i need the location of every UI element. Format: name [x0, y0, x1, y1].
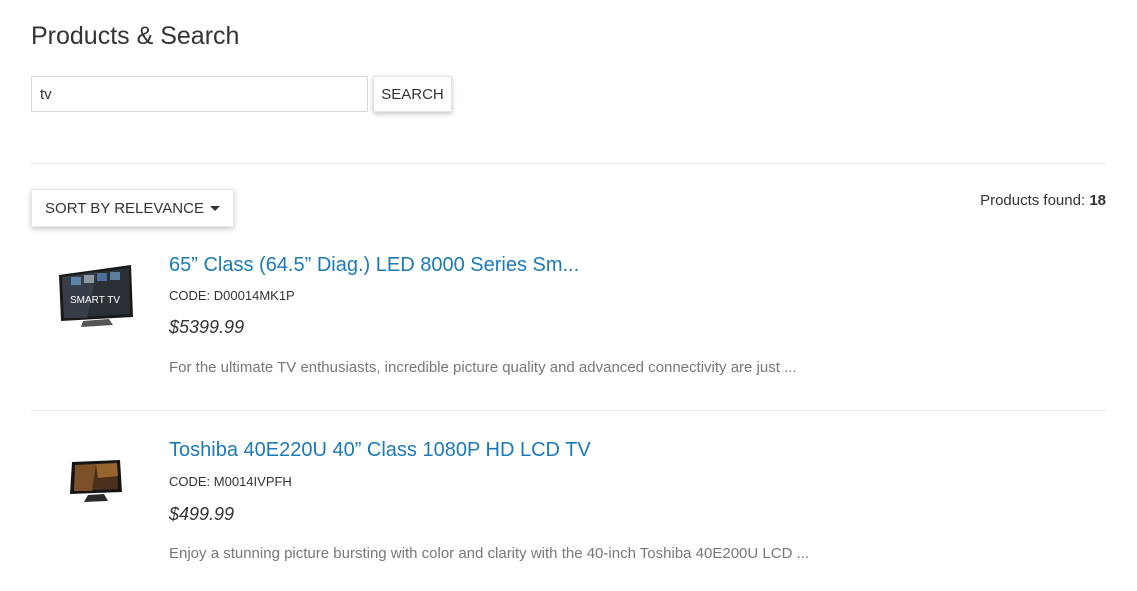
- page-title: Products & Search: [31, 22, 240, 50]
- products-found-label: Products found:: [980, 192, 1086, 209]
- search-button[interactable]: SEARCH: [373, 76, 452, 112]
- product-image[interactable]: SMART TV: [55, 261, 137, 331]
- smart-tv-image: SMART TV: [59, 265, 133, 327]
- divider: [31, 163, 1106, 164]
- product-name-link[interactable]: Toshiba 40E220U 40” Class 1080P HD LCD T…: [169, 439, 591, 462]
- product-price: $499.99: [169, 504, 235, 524]
- caret-down-icon: [209, 205, 220, 211]
- smart-tv-image-text: SMART TV: [70, 295, 120, 306]
- product-description: For the ultimate TV enthusiasts, incredi…: [169, 359, 797, 376]
- product-description: Enjoy a stunning picture bursting with c…: [169, 545, 810, 562]
- product-code: CODE: D00014MK1P: [169, 288, 295, 303]
- search-input[interactable]: [31, 76, 368, 112]
- sort-label: SORT BY RELEVANCE: [45, 199, 204, 217]
- products-found-count: 18: [1089, 192, 1106, 209]
- divider: [31, 410, 1106, 411]
- product-image[interactable]: [55, 445, 137, 515]
- products-found: Products found: 18: [980, 192, 1106, 209]
- product-name-link[interactable]: 65” Class (64.5” Diag.) LED 8000 Series …: [169, 254, 579, 277]
- product-code: CODE: M0014IVPFH: [169, 474, 292, 489]
- product-price: $5399.99: [169, 317, 245, 337]
- products-page: Products & Search SEARCH SORT BY RELEVAN…: [0, 0, 1137, 591]
- sort-dropdown-button[interactable]: SORT BY RELEVANCE: [31, 189, 234, 227]
- lcd-tv-image: [70, 460, 122, 502]
